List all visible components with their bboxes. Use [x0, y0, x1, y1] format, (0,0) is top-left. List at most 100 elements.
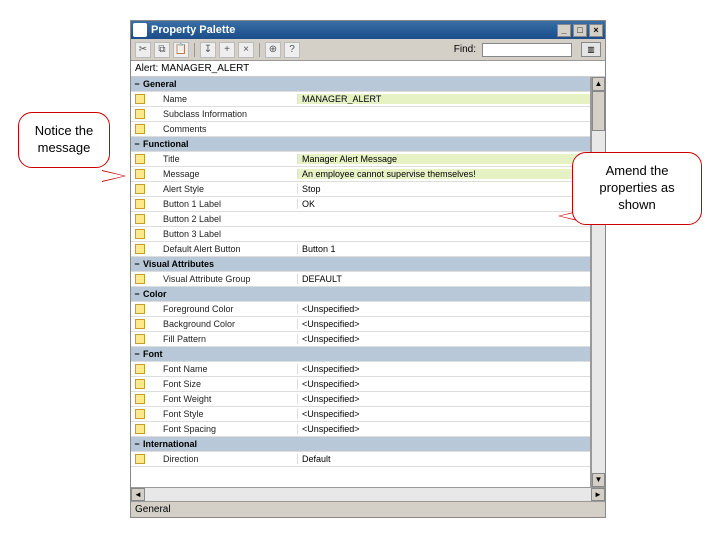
property-icon	[135, 169, 145, 179]
category-label: Visual Attributes	[143, 259, 214, 269]
hscroll-track[interactable]	[145, 488, 591, 501]
property-row[interactable]: Default Alert ButtonButton 1	[131, 242, 590, 257]
property-icon	[135, 109, 145, 119]
toolbar: ✂ ⧉ 📋 ↧ + × ⊕ ? Find: ▥	[131, 39, 605, 61]
property-value[interactable]: <Unspecified>	[297, 319, 590, 329]
search-go-button[interactable]: ▥	[581, 42, 601, 57]
property-name: Visual Attribute Group	[147, 274, 297, 284]
property-row[interactable]: Font Weight<Unspecified>	[131, 392, 590, 407]
property-row[interactable]: NameMANAGER_ALERT	[131, 92, 590, 107]
property-name: Font Size	[147, 379, 297, 389]
property-row[interactable]: Background Color<Unspecified>	[131, 317, 590, 332]
help-icon[interactable]: ?	[284, 42, 300, 58]
property-name: Foreground Color	[147, 304, 297, 314]
scroll-thumb[interactable]	[592, 91, 605, 131]
add-icon[interactable]: +	[219, 42, 235, 58]
property-value[interactable]: <Unspecified>	[297, 334, 590, 344]
property-icon	[135, 94, 145, 104]
category-font[interactable]: −Font	[131, 347, 590, 362]
property-row[interactable]: Font Style<Unspecified>	[131, 407, 590, 422]
property-name: Name	[147, 94, 297, 104]
property-row[interactable]: Comments	[131, 122, 590, 137]
close-button[interactable]: ×	[589, 24, 603, 37]
category-color[interactable]: −Color	[131, 287, 590, 302]
category-label: General	[143, 79, 177, 89]
scroll-left-button[interactable]: ◄	[131, 488, 145, 501]
collapse-icon[interactable]: −	[131, 349, 143, 359]
property-value[interactable]: Manager Alert Message	[297, 154, 590, 164]
find-label: Find:	[454, 44, 476, 55]
property-icon	[135, 319, 145, 329]
property-row[interactable]: MessageAn employee cannot supervise them…	[131, 167, 590, 182]
property-icon	[135, 379, 145, 389]
cut-icon[interactable]: ✂	[135, 42, 151, 58]
inherit-icon[interactable]: ↧	[200, 42, 216, 58]
scroll-right-button[interactable]: ►	[591, 488, 605, 501]
property-value[interactable]: Default	[297, 454, 590, 464]
titlebar[interactable]: Property Palette _ □ ×	[131, 21, 605, 39]
property-row[interactable]: Alert StyleStop	[131, 182, 590, 197]
copy-icon[interactable]: ⧉	[154, 42, 170, 58]
property-row[interactable]: Visual Attribute GroupDEFAULT	[131, 272, 590, 287]
property-value[interactable]: <Unspecified>	[297, 379, 590, 389]
property-row[interactable]: TitleManager Alert Message	[131, 152, 590, 167]
property-value[interactable]: <Unspecified>	[297, 394, 590, 404]
property-row[interactable]: Font Name<Unspecified>	[131, 362, 590, 377]
property-value[interactable]: <Unspecified>	[297, 304, 590, 314]
scroll-track[interactable]	[592, 91, 605, 473]
category-functional[interactable]: −Functional	[131, 137, 590, 152]
property-icon	[135, 409, 145, 419]
property-value[interactable]: Button 1	[297, 244, 590, 254]
collapse-icon[interactable]: −	[131, 289, 143, 299]
callout-amend: Amend the properties as shown	[572, 152, 702, 225]
property-row[interactable]: Font Size<Unspecified>	[131, 377, 590, 392]
property-name: Font Style	[147, 409, 297, 419]
property-row[interactable]: DirectionDefault	[131, 452, 590, 467]
delete-icon[interactable]: ×	[238, 42, 254, 58]
property-value[interactable]: <Unspecified>	[297, 409, 590, 419]
property-value[interactable]: Stop	[297, 184, 590, 194]
property-value[interactable]: An employee cannot supervise themselves!	[297, 169, 590, 179]
category-visual-attributes[interactable]: −Visual Attributes	[131, 257, 590, 272]
horizontal-scrollbar[interactable]: ◄ ►	[131, 487, 605, 501]
union-icon[interactable]: ⊕	[265, 42, 281, 58]
property-icon	[135, 274, 145, 284]
collapse-icon[interactable]: −	[131, 259, 143, 269]
scroll-up-button[interactable]: ▲	[592, 77, 605, 91]
property-value[interactable]: DEFAULT	[297, 274, 590, 284]
property-icon	[135, 364, 145, 374]
property-row[interactable]: Button 2 Label	[131, 212, 590, 227]
property-name: Button 3 Label	[147, 229, 297, 239]
vertical-scrollbar[interactable]: ▲ ▼	[591, 77, 605, 487]
category-general[interactable]: −General	[131, 77, 590, 92]
collapse-icon[interactable]: −	[131, 79, 143, 89]
collapse-icon[interactable]: −	[131, 439, 143, 449]
property-value[interactable]: <Unspecified>	[297, 364, 590, 374]
property-value[interactable]: MANAGER_ALERT	[297, 94, 590, 104]
property-row[interactable]: Subclass Information	[131, 107, 590, 122]
category-label: International	[143, 439, 197, 449]
collapse-icon[interactable]: −	[131, 139, 143, 149]
scroll-down-button[interactable]: ▼	[592, 473, 605, 487]
property-row[interactable]: Foreground Color<Unspecified>	[131, 302, 590, 317]
window-title: Property Palette	[151, 24, 235, 36]
maximize-button[interactable]: □	[573, 24, 587, 37]
property-icon	[135, 154, 145, 164]
property-value[interactable]: <Unspecified>	[297, 424, 590, 434]
property-row[interactable]: Button 3 Label	[131, 227, 590, 242]
property-name: Fill Pattern	[147, 334, 297, 344]
property-row[interactable]: Font Spacing<Unspecified>	[131, 422, 590, 437]
property-icon	[135, 229, 145, 239]
category-international[interactable]: −International	[131, 437, 590, 452]
property-row[interactable]: Button 1 LabelOK	[131, 197, 590, 212]
app-icon	[133, 23, 147, 37]
property-name: Direction	[147, 454, 297, 464]
paste-icon[interactable]: 📋	[173, 42, 189, 58]
find-input[interactable]	[482, 43, 572, 57]
property-name: Comments	[147, 124, 297, 134]
property-value[interactable]: OK	[297, 199, 590, 209]
property-icon	[135, 244, 145, 254]
property-row[interactable]: Fill Pattern<Unspecified>	[131, 332, 590, 347]
minimize-button[interactable]: _	[557, 24, 571, 37]
property-icon	[135, 199, 145, 209]
